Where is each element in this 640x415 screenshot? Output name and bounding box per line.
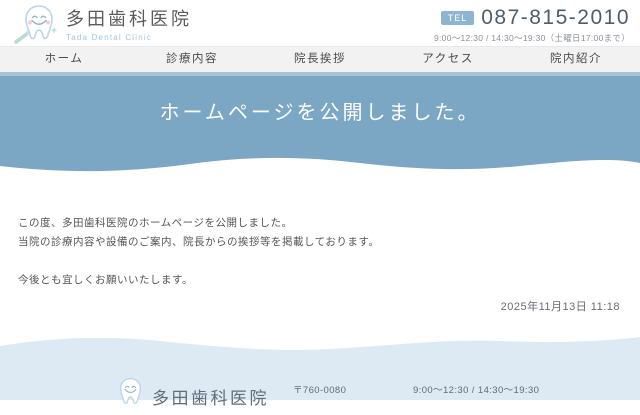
brand[interactable]: 多田歯科医院 Tada Dental Clinic (66, 9, 192, 42)
footer-tooth-logo-icon (110, 376, 148, 410)
tooth-logo-icon[interactable] (12, 3, 62, 45)
footer-postal-code: 〒760-0080 (293, 382, 346, 396)
news-article: この度、多田歯科医院のホームページを公開しました。 当院の診療内容や設備のご案内… (18, 214, 622, 290)
main-nav: ホーム 診療内容 院長挨拶 アクセス 院内紹介 (0, 46, 640, 72)
page-title: ホームページを公開しました。 (0, 96, 640, 125)
opening-hours: 9:00～12:30 / 14:30～19:30（土曜日17:00まで） (434, 32, 630, 44)
nav-item-services[interactable]: 診療内容 (128, 47, 256, 72)
phone-number[interactable]: 087-815-2010 (481, 6, 630, 30)
footer-hours: 9:00～12:30 / 14:30～19:30 (413, 382, 539, 396)
header: 多田歯科医院 Tada Dental Clinic TEL 087-815-20… (0, 0, 640, 46)
footer-wave-shape (0, 332, 640, 362)
nav-item-director-greeting[interactable]: 院長挨拶 (256, 47, 384, 72)
contact-block: TEL 087-815-2010 9:00～12:30 / 14:30～19:3… (434, 6, 630, 44)
nav-item-clinic-intro[interactable]: 院内紹介 (512, 47, 640, 72)
clinic-name-en: Tada Dental Clinic (66, 33, 192, 42)
tel-badge: TEL (441, 11, 475, 26)
article-line-2: 当院の診療内容や設備のご案内、院長からの挨拶等を掲載しております。 (18, 233, 622, 252)
nav-item-access[interactable]: アクセス (384, 47, 512, 72)
article-line-1: この度、多田歯科医院のホームページを公開しました。 (18, 214, 622, 233)
article-date: 2025年11月13日 11:18 (501, 298, 620, 314)
footer-clinic-name: 多田歯科医院 (152, 384, 269, 409)
clinic-name: 多田歯科医院 (66, 9, 192, 31)
nav-item-home[interactable]: ホーム (0, 47, 128, 72)
hero-banner: ホームページを公開しました。 (0, 76, 640, 142)
hero-wave-shape (0, 142, 640, 178)
article-line-3: 今後とも宜しくお願いいたします。 (18, 271, 622, 290)
footer: 多田歯科医院 〒760-0080 9:00～12:30 / 14:30～19:3… (0, 362, 640, 400)
